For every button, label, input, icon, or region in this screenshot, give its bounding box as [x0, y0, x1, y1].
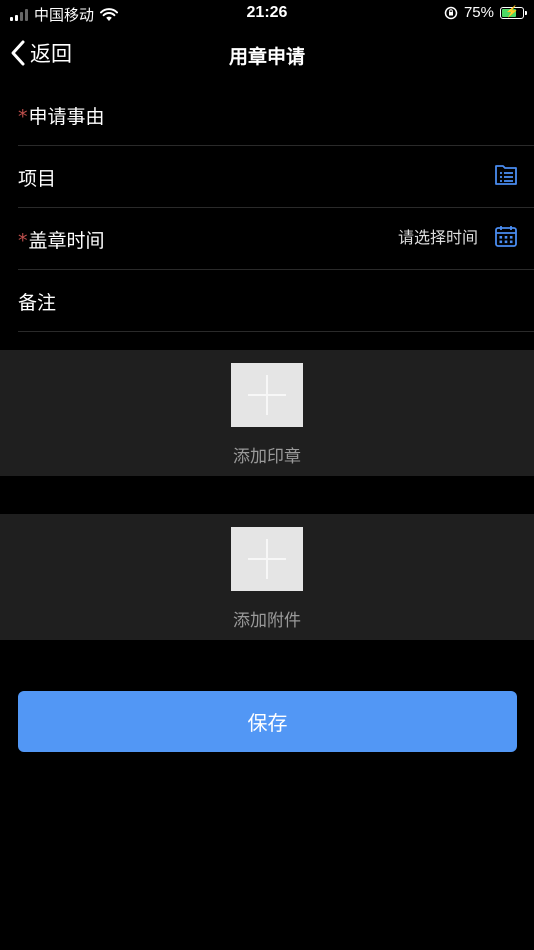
calendar-icon[interactable]: [494, 224, 518, 248]
rotation-lock-icon: [444, 6, 458, 19]
stamp-time-row[interactable]: *盖章时间 请选择时间: [18, 208, 534, 270]
project-row[interactable]: 项目: [18, 146, 534, 208]
project-row-right: [494, 162, 518, 186]
add-seal-section: 添加印章: [0, 350, 534, 476]
add-attachment-section: 添加附件: [0, 514, 534, 640]
add-attachment-label: 添加附件: [233, 611, 301, 631]
add-attachment-button[interactable]: [231, 527, 303, 591]
add-seal-button[interactable]: [231, 363, 303, 427]
status-right: 75% ⚡: [444, 4, 527, 21]
list-icon[interactable]: [494, 162, 518, 186]
required-star: *: [18, 230, 28, 252]
charging-bolt-icon: ⚡: [505, 5, 519, 18]
nav-bar: 返回 用章申请: [0, 28, 534, 82]
save-button[interactable]: 保存: [18, 691, 517, 752]
add-seal-label: 添加印章: [233, 447, 301, 467]
page-title: 用章申请: [228, 46, 305, 68]
reason-label-wrap: *申请事由: [18, 102, 105, 129]
status-bar: 中国移动 21:26 75% ⚡: [0, 0, 534, 28]
battery-icon: ⚡: [500, 5, 527, 19]
required-star: *: [18, 106, 28, 128]
battery-percent: 75%: [463, 4, 494, 21]
stamp-time-label-wrap: *盖章时间: [18, 226, 105, 253]
reason-label: 申请事由: [28, 106, 105, 128]
stamp-time-placeholder[interactable]: 请选择时间: [398, 224, 478, 248]
reason-row[interactable]: *申请事由: [18, 84, 534, 146]
stamp-time-row-right: 请选择时间: [398, 224, 518, 248]
remark-row[interactable]: 备注: [18, 270, 534, 332]
app-screen: 中国移动 21:26 75% ⚡ 返回 用章申请 *申请事由 项目 *盖章时间 …: [0, 0, 534, 950]
remark-label: 备注: [18, 292, 57, 314]
stamp-time-label: 盖章时间: [28, 230, 105, 252]
project-label: 项目: [18, 168, 57, 190]
